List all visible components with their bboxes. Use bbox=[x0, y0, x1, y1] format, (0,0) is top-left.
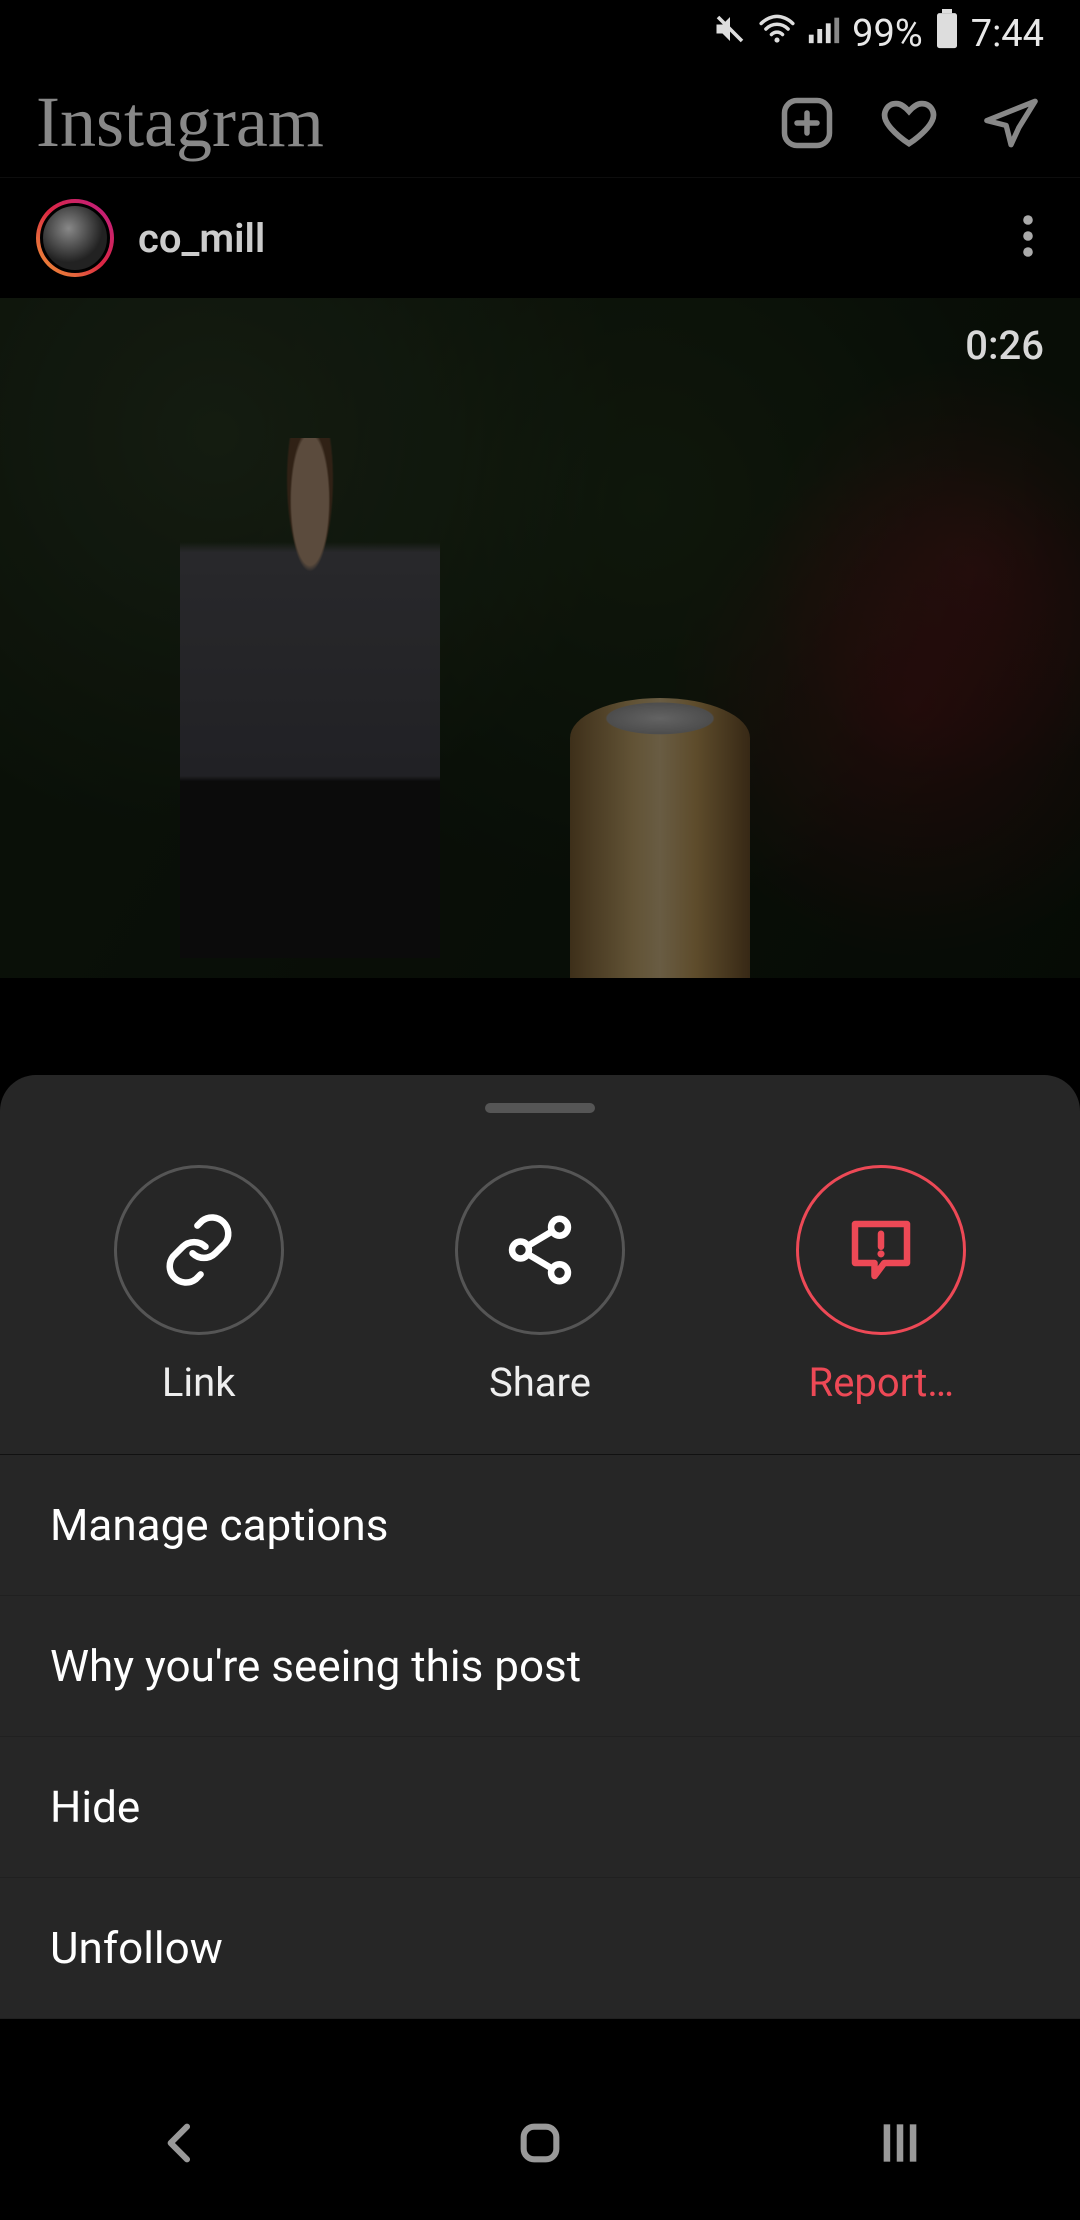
menu-unfollow[interactable]: Unfollow bbox=[0, 1878, 1080, 2019]
battery-percent: 99% bbox=[852, 12, 923, 56]
dim-overlay bbox=[0, 298, 1080, 978]
report-icon bbox=[796, 1165, 966, 1335]
sheet-drag-handle[interactable] bbox=[485, 1103, 595, 1113]
new-post-icon[interactable] bbox=[774, 90, 840, 156]
sheet-menu: Manage captions Why you're seeing this p… bbox=[0, 1454, 1080, 2019]
home-icon[interactable] bbox=[512, 2115, 568, 2175]
recents-icon[interactable] bbox=[872, 2115, 928, 2175]
avatar[interactable] bbox=[40, 203, 110, 273]
instagram-logo[interactable]: Instagram bbox=[36, 81, 738, 164]
menu-manage-captions[interactable]: Manage captions bbox=[0, 1455, 1080, 1596]
post-username[interactable]: co_mill bbox=[138, 215, 988, 262]
messenger-icon[interactable] bbox=[978, 90, 1044, 156]
activity-heart-icon[interactable] bbox=[876, 90, 942, 156]
share-label: Share bbox=[489, 1359, 591, 1406]
post-header: co_mill bbox=[0, 178, 1080, 298]
link-action[interactable]: Link bbox=[59, 1165, 339, 1406]
report-label: Report… bbox=[809, 1359, 955, 1406]
video-time-remaining: 0:26 bbox=[965, 322, 1044, 369]
wifi-icon bbox=[758, 10, 796, 58]
app-header: Instagram bbox=[0, 68, 1080, 178]
action-row: Link Share Report… bbox=[0, 1149, 1080, 1454]
status-bar: 99% 7:44 bbox=[0, 0, 1080, 68]
link-icon bbox=[114, 1165, 284, 1335]
post-video[interactable]: 0:26 bbox=[0, 298, 1080, 978]
share-action[interactable]: Share bbox=[400, 1165, 680, 1406]
status-icons bbox=[712, 10, 840, 58]
battery-icon bbox=[935, 9, 959, 59]
options-sheet: Link Share Report… Manage captions Why y… bbox=[0, 1075, 1080, 2019]
share-icon bbox=[455, 1165, 625, 1335]
signal-icon bbox=[806, 12, 840, 56]
mute-icon bbox=[712, 11, 748, 57]
more-options-icon[interactable] bbox=[1012, 202, 1044, 274]
menu-why-seeing[interactable]: Why you're seeing this post bbox=[0, 1596, 1080, 1737]
system-nav-bar bbox=[0, 2070, 1080, 2220]
back-icon[interactable] bbox=[152, 2115, 208, 2175]
menu-hide[interactable]: Hide bbox=[0, 1737, 1080, 1878]
clock: 7:44 bbox=[971, 12, 1044, 56]
report-action[interactable]: Report… bbox=[741, 1165, 1021, 1406]
story-ring[interactable] bbox=[36, 199, 114, 277]
link-label: Link bbox=[162, 1359, 236, 1406]
